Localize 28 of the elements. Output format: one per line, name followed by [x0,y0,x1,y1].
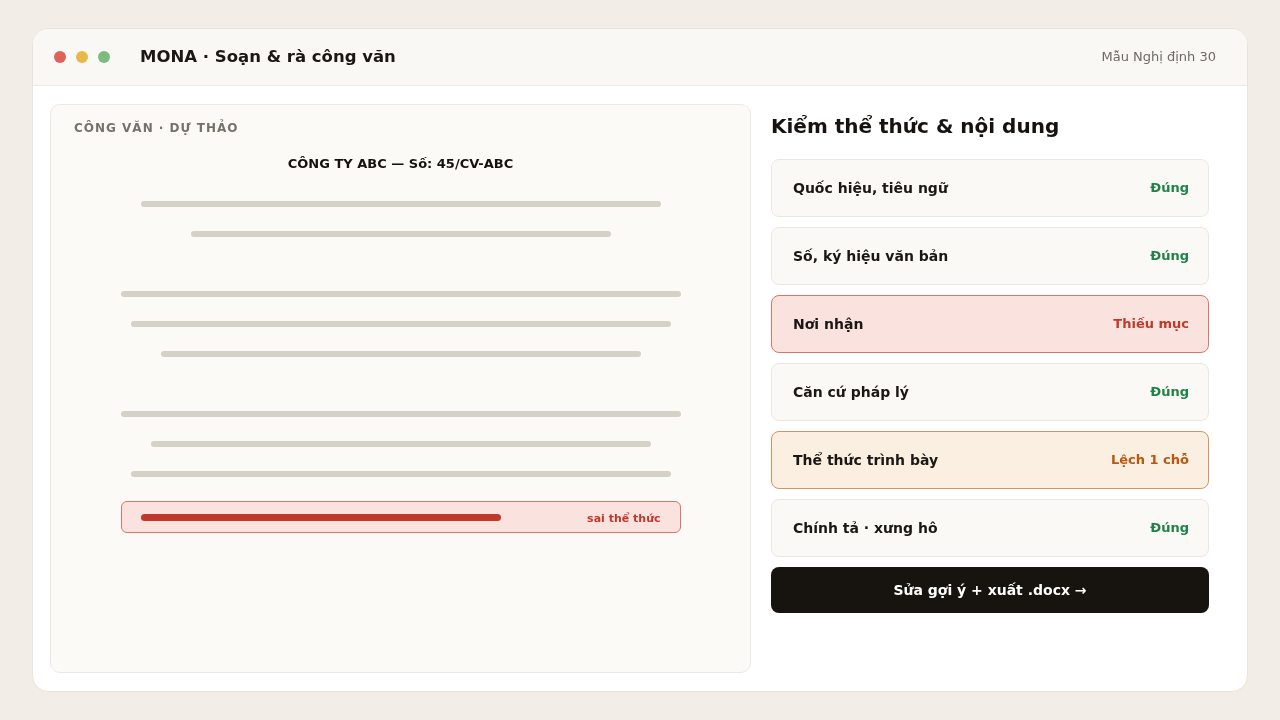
minimize-window-icon[interactable] [76,51,88,63]
maximize-window-icon[interactable] [98,51,110,63]
checks-heading: Kiểm thể thức & nội dung [771,113,1061,140]
check-item-label: Căn cứ pháp lý [793,382,909,402]
check-item-card[interactable]: Căn cứ pháp lý Đúng [771,363,1209,421]
document-heading: CÔNG TY ABC — Số: 45/CV-ABC [287,155,514,173]
check-item-label: Thể thức trình bày [793,450,939,470]
check-item-card[interactable]: Chính tả · xưng hô Đúng [771,499,1209,557]
check-item-label: Nơi nhận [793,314,864,334]
check-item-label: Số, ký hiệu văn bản [793,246,949,266]
template-label: Mẫu Nghị định 30 [1101,48,1216,67]
error-tag: sai thể thức [587,511,661,528]
close-window-icon[interactable] [54,51,66,63]
check-item-card[interactable]: Số, ký hiệu văn bản Đúng [771,227,1209,285]
check-result-status: Lệch 1 chỗ [1110,451,1189,470]
check-result-status: Thiếu mục [1113,315,1189,334]
check-result-status: Đúng [1150,519,1189,538]
check-item-card[interactable]: Quốc hiệu, tiêu ngữ Đúng [771,159,1209,217]
check-item-card[interactable]: Thể thức trình bày Lệch 1 chỗ [771,431,1209,489]
window-title: MONA · Soạn & rà công văn [140,45,396,68]
check-result-status: Đúng [1150,383,1189,402]
check-item-card[interactable]: Nơi nhận Thiếu mục [771,295,1209,353]
check-item-label: Quốc hiệu, tiêu ngữ [793,178,948,198]
check-item-label: Chính tả · xưng hô [793,518,938,538]
check-result-status: Đúng [1150,247,1189,266]
check-result-status: Đúng [1150,179,1189,198]
panel-label: CÔNG VĂN · DỰ THẢO [74,120,239,136]
fix-and-export-button[interactable]: Sửa gợi ý + xuất .docx → [771,567,1209,613]
